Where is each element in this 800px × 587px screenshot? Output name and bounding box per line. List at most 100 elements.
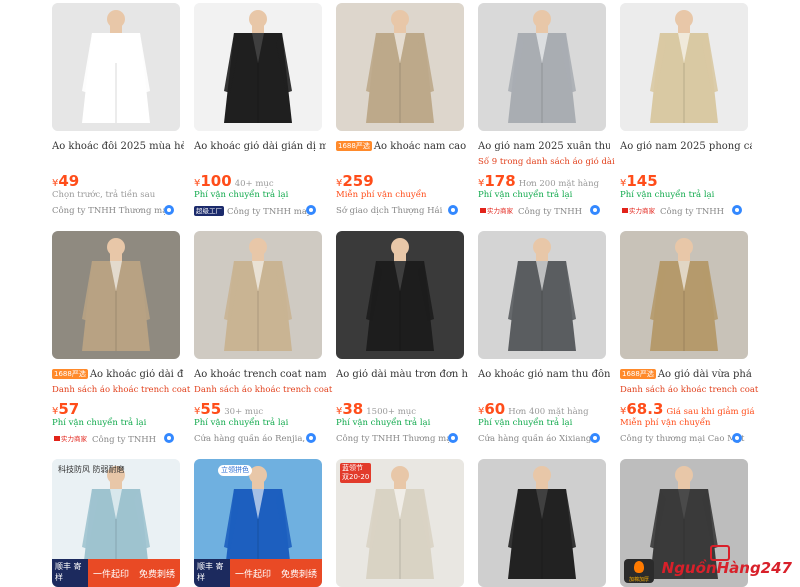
store-name-text: Công ty TNHH bbox=[518, 207, 583, 217]
product-title-text: Áo gió dài vừa phải ph bbox=[657, 369, 752, 380]
product-card[interactable]: 科技防风 防弱耐磨 顺丰 寄样 一件起印 免费刺绣 bbox=[52, 459, 184, 587]
product-image-art bbox=[52, 3, 180, 131]
chat-icon[interactable] bbox=[164, 433, 174, 443]
product-title-text: Áo gió nam 2025 phong cách bbox=[620, 141, 752, 152]
product-image[interactable] bbox=[52, 231, 180, 359]
chat-icon[interactable] bbox=[448, 205, 458, 215]
price-value: 55 bbox=[200, 400, 222, 418]
tag-1688: 1688严选 bbox=[620, 369, 656, 379]
product-image[interactable] bbox=[52, 3, 180, 131]
chat-icon[interactable] bbox=[590, 433, 600, 443]
promo-item: 一件起印 bbox=[92, 569, 129, 580]
product-image[interactable] bbox=[620, 231, 748, 359]
product-title[interactable]: 1688严选Áo khoác nam cao cấp bbox=[336, 141, 468, 153]
hot-badge-text: 加棉加厚 bbox=[628, 577, 649, 583]
product-card[interactable]: 立领拼色 顺丰 寄样 一件起印 免费刺绣 bbox=[194, 459, 326, 587]
product-image-art bbox=[52, 231, 180, 359]
product-title-text: Áo khoác gió nam thu đông 2 bbox=[478, 369, 610, 380]
product-image[interactable] bbox=[194, 231, 322, 359]
price-value: 57 bbox=[58, 400, 80, 418]
price-row: ¥60 Hơn 400 mặt hàng bbox=[478, 399, 589, 418]
price-note: Giá sau khi giảm giá bbox=[666, 407, 755, 417]
product-title[interactable]: 1688严选Áo gió dài vừa phải ph bbox=[620, 369, 752, 381]
store-name[interactable]: Cửa hàng quần áo Renjia, bbox=[194, 434, 324, 444]
store-name[interactable]: 超级工厂 Công ty TNHH may bbox=[194, 206, 324, 217]
ranking-text[interactable]: Danh sách áo khoác trench coat bbox=[620, 385, 758, 395]
product-image[interactable]: 立领拼色 顺丰 寄样 一件起印 免费刺绣 bbox=[194, 459, 322, 587]
price-note: Hơn 200 mặt hàng bbox=[518, 179, 600, 189]
product-image-art bbox=[336, 231, 464, 359]
shipping-text: Miễn phí vận chuyển bbox=[336, 190, 427, 200]
chat-icon[interactable] bbox=[590, 205, 600, 215]
watermark: NguồnHàng247 bbox=[661, 559, 792, 577]
product-image[interactable] bbox=[194, 3, 322, 131]
price-value: 60 bbox=[484, 400, 506, 418]
product-title[interactable]: Áo gió nam 2025 xuân thu ve bbox=[478, 141, 610, 153]
product-image[interactable]: 科技防风 防弱耐磨 顺丰 寄样 一件起印 免费刺绣 bbox=[52, 459, 180, 587]
product-card[interactable]: 1688严选Áo gió dài vừa phải ph Danh sách áo… bbox=[620, 231, 758, 451]
product-card[interactable]: Áo khoác gió nam thu đông 2 ¥60Hơn 400 mặ… bbox=[478, 231, 610, 451]
product-card[interactable]: Áo gió dài màu trơn đơn hàng ¥381500+ mục… bbox=[336, 231, 468, 451]
ranking-text[interactable]: Danh sách áo khoác trench coat bbox=[194, 385, 332, 395]
store-name[interactable]: 实力商家 Công ty TNHH bbox=[478, 206, 608, 217]
product-image[interactable] bbox=[336, 231, 464, 359]
store-name-text: Công ty TNHH bbox=[660, 207, 725, 217]
promo-item: 免费刺绣 bbox=[280, 569, 317, 580]
store-name[interactable]: 实力商家 Công ty TNHH bbox=[52, 434, 182, 445]
product-title[interactable]: Áo khoác gió dài giản dị mùa bbox=[194, 141, 326, 153]
chat-icon[interactable] bbox=[306, 205, 316, 215]
price-value: 38 bbox=[342, 400, 364, 418]
product-card[interactable]: Áo gió nam 2025 phong cách ¥145Phí vận ch… bbox=[620, 3, 752, 223]
product-image[interactable] bbox=[478, 231, 606, 359]
store-name[interactable]: Công ty TNHH Thương mại bbox=[52, 206, 182, 216]
image-label: 科技防风 防弱耐磨 bbox=[58, 465, 125, 474]
product-card[interactable]: Áo khoác gió dài giản dị mùa ¥10040+ mụcP… bbox=[194, 3, 326, 223]
product-card[interactable]: 蓝领节 双20-20 bbox=[336, 459, 468, 587]
store-badge: 实力商家 bbox=[52, 434, 89, 444]
product-image[interactable]: 蓝领节 双20-20 bbox=[336, 459, 464, 587]
store-name[interactable]: 实力商家 Công ty TNHH bbox=[620, 206, 750, 217]
product-title[interactable]: Áo khoác trench coat nam ph bbox=[194, 369, 326, 381]
product-title-text: Áo gió nam 2025 xuân thu ve bbox=[478, 141, 610, 152]
product-image[interactable] bbox=[478, 459, 606, 587]
product-card[interactable]: 1688严选Áo khoác nam cao cấp ¥259Miễn phí v… bbox=[336, 3, 468, 223]
tag-1688: 1688严选 bbox=[336, 141, 372, 151]
product-title[interactable]: Áo khoác gió nam thu đông 2 bbox=[478, 369, 610, 381]
product-image[interactable] bbox=[620, 3, 748, 131]
product-title[interactable]: Áo khoác đôi 2025 mùa hè ph bbox=[52, 141, 184, 153]
store-name[interactable]: Cửa hàng quần áo Xixiang bbox=[478, 434, 608, 444]
price-value: 49 bbox=[58, 172, 80, 190]
price-value: 259 bbox=[342, 172, 374, 190]
store-name[interactable]: Công ty TNHH Thương mại bbox=[336, 434, 466, 444]
product-image[interactable] bbox=[336, 3, 464, 131]
store-badge: 超级工厂 bbox=[194, 206, 224, 216]
product-title[interactable]: 1688严选Áo khoác gió dài đến bbox=[52, 369, 184, 381]
price-row: ¥55 30+ mục bbox=[194, 399, 263, 418]
chat-icon[interactable] bbox=[306, 433, 316, 443]
chat-icon[interactable] bbox=[732, 433, 742, 443]
product-card[interactable]: Áo khoác đôi 2025 mùa hè ph ¥49Chọn trước… bbox=[52, 3, 184, 223]
product-image-art bbox=[620, 3, 748, 131]
product-title[interactable]: Áo gió dài màu trơn đơn hàng bbox=[336, 369, 468, 381]
store-name-text: Công ty thương mại Cao Mật bbox=[620, 434, 745, 444]
product-title-text: Áo khoác đôi 2025 mùa hè ph bbox=[52, 141, 184, 152]
product-image[interactable] bbox=[478, 3, 606, 131]
product-card[interactable]: Áo gió nam 2025 xuân thu ve Số 9 trong da… bbox=[478, 3, 615, 223]
chat-icon[interactable] bbox=[448, 433, 458, 443]
product-card[interactable] bbox=[478, 459, 610, 587]
product-title-text: Áo khoác gió dài giản dị mùa bbox=[194, 141, 326, 152]
product-card[interactable]: 1688严选Áo khoác gió dài đến Danh sách áo k… bbox=[52, 231, 190, 451]
chat-icon[interactable] bbox=[732, 205, 742, 215]
product-card[interactable]: Áo khoác trench coat nam ph Danh sách áo … bbox=[194, 231, 332, 451]
chat-icon[interactable] bbox=[164, 205, 174, 215]
shipping-text: Phí vận chuyển trả lại bbox=[194, 190, 289, 200]
price-note: Hơn 400 mặt hàng bbox=[508, 407, 589, 417]
price-value: 100 bbox=[200, 172, 232, 190]
store-name[interactable]: Công ty thương mại Cao Mật bbox=[620, 434, 750, 444]
price-row: ¥49 bbox=[52, 171, 79, 190]
ranking-text[interactable]: Danh sách áo khoác trench coat bbox=[52, 385, 190, 395]
store-name[interactable]: Sở giao dịch Thượng Hải bbox=[336, 206, 466, 216]
product-title[interactable]: Áo gió nam 2025 phong cách bbox=[620, 141, 752, 153]
price-row: ¥100 40+ mục bbox=[194, 171, 274, 190]
ranking-text[interactable]: Số 9 trong danh sách áo gió dài bbox=[478, 157, 615, 167]
